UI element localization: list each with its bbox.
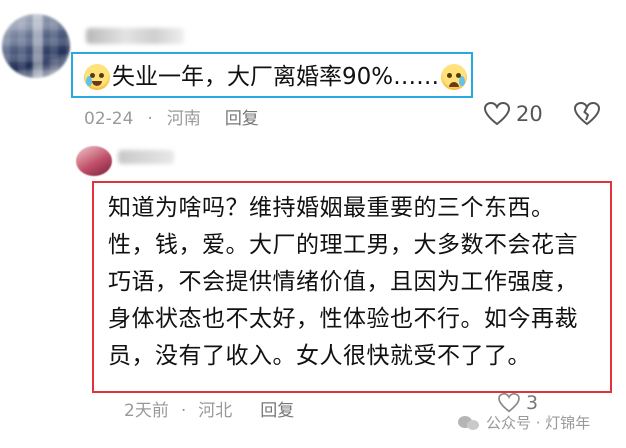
commenter-name-blurred[interactable] xyxy=(86,28,184,44)
reply-button[interactable]: 回复 xyxy=(225,109,259,129)
reply-text-line: 性，钱，爱。大厂的理工男，大多数不会花言 xyxy=(108,232,578,258)
reply-text-line: 巧语，不会提供情绪价值，且因为工作强度， xyxy=(108,269,578,295)
wechat-logo-icon xyxy=(458,414,480,432)
like-count: 20 xyxy=(516,102,543,126)
broken-heart-icon xyxy=(574,102,600,126)
dislike-button[interactable] xyxy=(574,102,600,126)
watermark: 公众号 · 灯锦年 xyxy=(458,412,590,433)
crying-laughing-emoji-icon xyxy=(84,64,110,90)
heart-icon xyxy=(484,102,510,126)
comment-text-content: 失业一年，大厂离婚率90%…… xyxy=(112,64,440,90)
reply-meta: 2天前 · 河北 回复 xyxy=(124,396,306,421)
reply-text-line: 知道为啥吗？维持婚姻最重要的三个东西。 xyxy=(108,195,555,221)
reply-name-blurred[interactable] xyxy=(118,150,174,164)
reply-like-button[interactable]: 3 xyxy=(498,392,538,414)
reply-like-count: 3 xyxy=(526,392,539,414)
reply-text-line: 员，没有了收入。女人很快就受不了了。 xyxy=(108,343,531,369)
comment-text: 失业一年，大厂离婚率90%…… xyxy=(84,60,468,94)
comment-meta: 02-24 · 河南 回复 xyxy=(84,104,273,129)
commenter-avatar[interactable] xyxy=(2,14,70,78)
reply-button[interactable]: 回复 xyxy=(260,401,294,421)
comment-location: 河南 xyxy=(166,109,201,129)
meta-dot: · xyxy=(180,401,187,421)
crying-emoji-icon xyxy=(441,64,468,90)
watermark-text: 公众号 · 灯锦年 xyxy=(486,414,591,432)
comment-date: 02-24 xyxy=(84,109,134,129)
reply-avatar[interactable] xyxy=(76,146,112,176)
reply-text-line: 身体状态也不太好，性体验也不行。如今再裁 xyxy=(108,306,578,332)
reply-location: 河北 xyxy=(198,401,233,421)
reply-date: 2天前 xyxy=(124,401,169,421)
like-button[interactable]: 20 xyxy=(484,102,543,126)
heart-icon xyxy=(498,393,520,413)
meta-dot: · xyxy=(147,109,153,129)
